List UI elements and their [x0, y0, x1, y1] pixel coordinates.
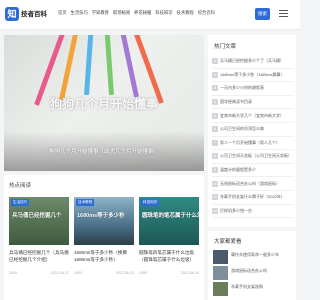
popular-thumbnail[interactable]	[213, 282, 228, 296]
article-title[interactable]: 兵马俑已经挖掘几个（兵马俑已经挖掘几个介绍）	[9, 249, 69, 263]
article-thumbnail[interactable]: 生活技巧 兵马俑已经挖掘几个	[9, 197, 69, 245]
hot-article-item[interactable]: 8 公司卫生间天花板（公司卫生间天花板）	[212, 150, 294, 164]
main-nav: 首页 生活技巧 学知教育 职场秘闻 养花秘籍 科技知识 技术教程 综合百科	[58, 10, 215, 16]
hot-article-title[interactable]: 国学经典读书目录	[220, 99, 252, 105]
hot-article-title[interactable]: 公司卫生间的吊顶怎么做	[220, 126, 264, 132]
popular-thumbnail[interactable]	[213, 266, 228, 280]
hot-articles-title: 热门文章	[214, 44, 237, 50]
view-count: 1000	[74, 271, 82, 275]
hot-article-item[interactable]: 3 一天内多少小时的课程表	[212, 82, 294, 96]
popular-item[interactable]: 摩托车使用寿命一般多少年	[213, 250, 293, 266]
hot-article-title[interactable]: 兵马俑已经挖掘多少个了（兵马俑）	[220, 58, 284, 64]
popular-thumbnail[interactable]	[213, 250, 228, 264]
popular-item-title[interactable]: 摩托车使用寿命一般多少年	[231, 252, 279, 258]
hot-reading-section: 热点阅读 生活技巧 兵马俑已经挖掘几个 兵马俑已经挖掘几个（兵马俑已经挖掘几个介…	[4, 175, 204, 300]
popular-item-title[interactable]: 车载手机支架选购	[231, 284, 263, 290]
rank-badge: 8	[212, 153, 218, 160]
hot-article-item[interactable]: 2 1680ms等于多少秒（1680ms换算）	[212, 69, 294, 83]
hot-article-item[interactable]: 4 国学经典读书目录	[212, 96, 294, 110]
hot-articles-list: 1 兵马俑已经挖掘多少个了（兵马俑） 2 1680ms等于多少秒（1680ms换算） 3…	[212, 55, 294, 219]
thumbnail-caption: 圆珠笔的笔芯属于什么垃圾	[142, 213, 199, 219]
article-thumbnail[interactable]: 技术教程 1680ms等于多少秒	[74, 197, 134, 245]
nav-item-flowers[interactable]: 养花秘籍	[134, 10, 151, 16]
category-tag[interactable]: 科技知识	[141, 199, 160, 206]
top-bar: 知 技者百科 首页 生活技巧 学知教育 职场秘闻 养花秘籍 科技知识 技术教程 …	[0, 0, 300, 30]
publish-date: 2022-06-27	[50, 271, 69, 275]
hot-article-item[interactable]: 11 车载手机支架什么牌子好（2022年）	[212, 191, 294, 205]
hero-subtitle[interactable]: 狗狗几个月开始懂事（幼犬几个月开始懂事）	[4, 147, 204, 155]
nav-item-workplace[interactable]: 职场秘闻	[113, 10, 130, 16]
rank-badge: 12	[212, 207, 218, 214]
rank-badge: 10	[212, 180, 218, 187]
hot-article-item[interactable]: 12 打样机多少钱一台	[212, 205, 294, 219]
hot-article-item[interactable]: 6 公司卫生间的吊顶怎么做	[212, 123, 294, 137]
hot-article-title[interactable]: 打样机多少钱一台	[220, 208, 252, 214]
nav-item-tutorials[interactable]: 技术教程	[177, 10, 194, 16]
rank-badge: 5	[212, 112, 218, 119]
hot-article-title[interactable]: 宜宾市新大学几个（宜宾市新大学）	[220, 113, 284, 119]
article-thumbnail[interactable]: 科技知识 圆珠笔的笔芯属于什么垃圾	[139, 197, 199, 245]
hot-article-title[interactable]: 公司卫生间天花板（公司卫生间天花板）	[220, 153, 292, 159]
hot-article-title[interactable]: 温度计的量程是多少	[220, 167, 256, 173]
rank-badge: 6	[212, 126, 218, 133]
hot-article-title[interactable]: 车载手机支架什么牌子好（2022年）	[220, 194, 285, 200]
hot-article-title[interactable]: 一天内多少小时的课程表	[220, 85, 264, 91]
rank-badge: 4	[212, 99, 218, 106]
publish-date: 2022-06-21	[115, 271, 134, 275]
view-count: 1000	[139, 271, 147, 275]
popular-item[interactable]: 游戏鼠标适合办公吗	[213, 266, 293, 282]
nav-item-home[interactable]: 首页	[58, 10, 67, 16]
thumbnail-caption: 兵马俑已经挖掘几个	[12, 213, 62, 219]
hot-article-title[interactable]: 1680ms等于多少秒（1680ms换算）	[220, 72, 284, 78]
popular-item-title[interactable]: 游戏鼠标适合办公吗	[231, 268, 267, 274]
article-card[interactable]: 科技知识 圆珠笔的笔芯属于什么垃圾 圆珠笔的笔芯属于什么垃圾（圆珠笔芯属于什么垃…	[139, 197, 199, 275]
hot-article-item[interactable]: 5 宜宾市新大学几个（宜宾市新大学）	[212, 109, 294, 123]
hot-article-item[interactable]: 7 男人一个月开始懂事（男人几个）	[212, 137, 294, 151]
menu-icon[interactable]	[279, 10, 288, 18]
hero-banner[interactable]: 狗狗几个月开始懂事 狗狗几个月开始懂事（幼犬几个月开始懂事）	[4, 35, 204, 171]
nav-item-education[interactable]: 学知教育	[92, 10, 109, 16]
nav-item-life-tips[interactable]: 生活技巧	[71, 10, 88, 16]
article-title[interactable]: 1680ms等于多少秒（换算1680ms等于多少秒）	[74, 249, 134, 263]
category-tag[interactable]: 生活技巧	[11, 199, 30, 206]
nav-item-general[interactable]: 综合百科	[198, 10, 215, 16]
popular-item[interactable]: 车载手机支架选购	[213, 282, 293, 298]
site-logo-icon[interactable]: 知	[5, 7, 19, 21]
article-title[interactable]: 圆珠笔的笔芯属于什么垃圾（圆珠笔芯属于什么垃圾）	[139, 249, 199, 263]
rank-badge: 3	[212, 85, 218, 92]
view-count: 2000	[9, 271, 17, 275]
rank-badge: 1	[212, 58, 218, 65]
hot-article-item[interactable]: 9 温度计的量程是多少	[212, 164, 294, 178]
popular-title: 大家都爱看	[214, 239, 242, 245]
thumbnail-caption: 1680ms等于多少秒	[77, 213, 125, 219]
category-tag[interactable]: 技术教程	[76, 199, 95, 206]
search-button[interactable]: 搜索	[255, 8, 270, 20]
hot-article-title[interactable]: 男人一个月开始懂事（男人几个）	[220, 140, 280, 146]
site-name[interactable]: 技者百科	[21, 8, 47, 18]
hot-article-title[interactable]: 无线鼠标适合办公吗（游戏鼠标）	[220, 181, 280, 187]
rank-badge: 7	[212, 139, 218, 146]
hot-article-item[interactable]: 10 无线鼠标适合办公吗（游戏鼠标）	[212, 177, 294, 191]
hot-articles-panel: 热门文章 1 兵马俑已经挖掘多少个了（兵马俑） 2 1680ms等于多少秒（1680m…	[208, 35, 296, 227]
article-card[interactable]: 技术教程 1680ms等于多少秒 1680ms等于多少秒（换算1680ms等于多…	[74, 197, 134, 275]
rank-badge: 11	[212, 194, 218, 201]
popular-panel: 大家都爱看 摩托车使用寿命一般多少年 游戏鼠标适合办公吗 车载手机支架选购	[208, 231, 296, 300]
publish-date: 2022-06-19	[180, 271, 199, 275]
nav-item-tech[interactable]: 科技知识	[155, 10, 172, 16]
rank-badge: 9	[212, 167, 218, 174]
article-card[interactable]: 生活技巧 兵马俑已经挖掘几个 兵马俑已经挖掘几个（兵马俑已经挖掘几个介绍） 20…	[9, 197, 69, 275]
hero-title[interactable]: 狗狗几个月开始懂事	[4, 95, 204, 112]
hot-article-item[interactable]: 1 兵马俑已经挖掘多少个了（兵马俑）	[212, 55, 294, 69]
rank-badge: 2	[212, 71, 218, 78]
hot-reading-title: 热点阅读	[9, 183, 32, 189]
